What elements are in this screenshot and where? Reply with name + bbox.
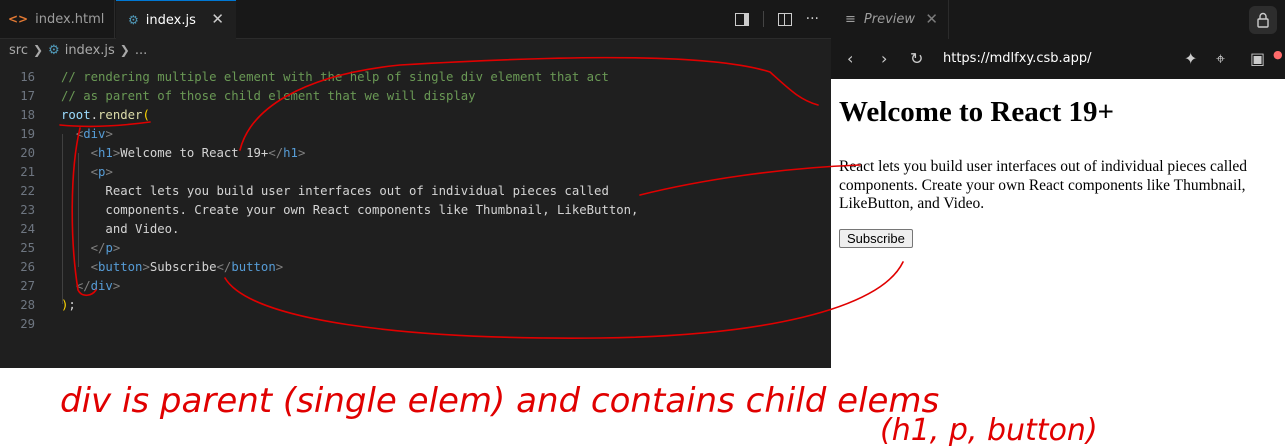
lock-icon [1257, 12, 1269, 28]
breadcrumb-file[interactable]: index.js [65, 43, 115, 58]
notification-dot-icon: ● [1273, 48, 1283, 61]
code-line[interactable]: 17 // as parent of those child element th… [0, 87, 831, 106]
chevron-right-icon: ❯ [32, 43, 44, 57]
rendered-page: Welcome to React 19+ React lets you buil… [831, 79, 1285, 368]
tab-index-js[interactable]: ⚙ index.js ✕ [116, 0, 236, 39]
code-text: and Video. [105, 222, 180, 236]
code-line[interactable]: 25 </p> [0, 239, 831, 258]
code-text: ); [61, 298, 76, 312]
subscribe-button[interactable]: Subscribe [839, 229, 913, 248]
divider [762, 11, 764, 27]
code-line[interactable]: 16 // rendering multiple element with the… [0, 68, 831, 87]
lock-button[interactable] [1249, 6, 1277, 34]
code-line[interactable]: 29 [0, 315, 831, 334]
code-line[interactable]: 21 <p> [0, 163, 831, 182]
code-text: components. Create your own React compon… [105, 203, 639, 217]
line-number: 23 [20, 203, 35, 217]
preview-header: ≡ Preview ✕ [831, 0, 1285, 39]
url-field[interactable]: https://mdlfxy.csb.app/ [943, 51, 1092, 66]
crosshair-icon[interactable]: ⌖ [1216, 49, 1225, 69]
code-text: React lets you build user interfaces out… [105, 184, 609, 198]
editor-tab-bar: <> index.html ⚙ index.js ✕ ··· [0, 0, 831, 39]
code-line[interactable]: 27 </div> [0, 277, 831, 296]
line-number: 21 [20, 165, 35, 179]
js-file-icon: ⚙ [48, 42, 60, 58]
line-number: 26 [20, 260, 35, 274]
back-icon[interactable]: ‹ [847, 49, 853, 68]
breadcrumb: src ❯ ⚙ index.js ❯ ... [9, 39, 147, 61]
close-icon[interactable]: ✕ [925, 10, 938, 28]
close-icon[interactable]: ✕ [211, 10, 224, 28]
code-line[interactable]: 26 <button>Subscribe</button> [0, 258, 831, 277]
line-number: 16 [20, 70, 35, 84]
tab-index-html[interactable]: <> index.html [0, 0, 115, 38]
sparkle-icon[interactable]: ✦ [1184, 49, 1197, 68]
split-editor-icon[interactable] [777, 12, 792, 26]
preview-nav-bar: ‹ › ↻ https://mdlfxy.csb.app/ ✦ ⌖ ▣ ● [831, 39, 1285, 79]
line-number: 25 [20, 241, 35, 255]
code-line[interactable]: 20 <h1>Welcome to React 19+</h1> [0, 144, 831, 163]
line-number: 24 [20, 222, 35, 236]
code-line[interactable]: 23 components. Create your own React com… [0, 201, 831, 220]
code-text: <h1>Welcome to React 19+</h1> [90, 146, 306, 160]
line-number: 20 [20, 146, 35, 160]
tab-label: index.js [145, 12, 196, 28]
code-text: // rendering multiple element with the h… [61, 70, 609, 84]
breadcrumb-symbol[interactable]: ... [135, 43, 147, 58]
line-number: 18 [20, 108, 35, 122]
tab-preview[interactable]: ≡ Preview ✕ [831, 0, 949, 39]
code-text: <div> [75, 127, 113, 141]
line-number: 29 [20, 317, 35, 331]
code-line[interactable]: 22 React lets you build user interfaces … [0, 182, 831, 201]
line-number: 17 [20, 89, 35, 103]
tab-label: Preview [863, 12, 916, 27]
preview-lines-icon: ≡ [845, 12, 856, 27]
annotation-line-1: div is parent (single elem) and contains… [60, 381, 939, 421]
code-text: </p> [90, 241, 121, 255]
breadcrumb-folder[interactable]: src [9, 43, 28, 58]
page-heading: Welcome to React 19+ [839, 96, 1115, 128]
code-text: <button>Subscribe</button> [90, 260, 284, 274]
code-text: <p> [90, 165, 113, 179]
editor-actions: ··· [734, 0, 819, 38]
line-number: 19 [20, 127, 35, 141]
line-number: 28 [20, 298, 35, 312]
more-actions-icon[interactable]: ··· [806, 11, 819, 27]
forward-icon[interactable]: › [881, 49, 887, 68]
code-line[interactable]: 18 root.render( [0, 106, 831, 125]
preview-panel: ≡ Preview ✕ ‹ › ↻ https://mdlfxy.csb.app… [831, 0, 1285, 368]
code-line[interactable]: 24 and Video. [0, 220, 831, 239]
line-number: 27 [20, 279, 35, 293]
code-area[interactable]: 16 // rendering multiple element with the… [0, 68, 831, 334]
annotation-line-2: (h1, p, button) [880, 413, 1098, 446]
refresh-icon[interactable]: ↻ [910, 49, 923, 68]
chevron-right-icon: ❯ [119, 43, 130, 57]
code-line[interactable]: 28); [0, 296, 831, 315]
code-text: // as parent of those child element that… [61, 89, 476, 103]
terminal-icon[interactable]: ▣ [1250, 49, 1265, 68]
code-text: </div> [75, 279, 121, 293]
html-file-icon: <> [8, 12, 29, 26]
tab-label: index.html [35, 11, 105, 27]
code-line[interactable]: 19 <div> [0, 125, 831, 144]
toggle-secondary-sidebar-icon[interactable] [734, 12, 749, 26]
line-number: 22 [20, 184, 35, 198]
js-file-icon: ⚙ [128, 13, 139, 27]
code-editor: <> index.html ⚙ index.js ✕ ··· src ❯ ⚙ i… [0, 0, 831, 368]
page-paragraph: React lets you build user interfaces out… [839, 158, 1248, 212]
code-text: root.render( [61, 108, 150, 122]
